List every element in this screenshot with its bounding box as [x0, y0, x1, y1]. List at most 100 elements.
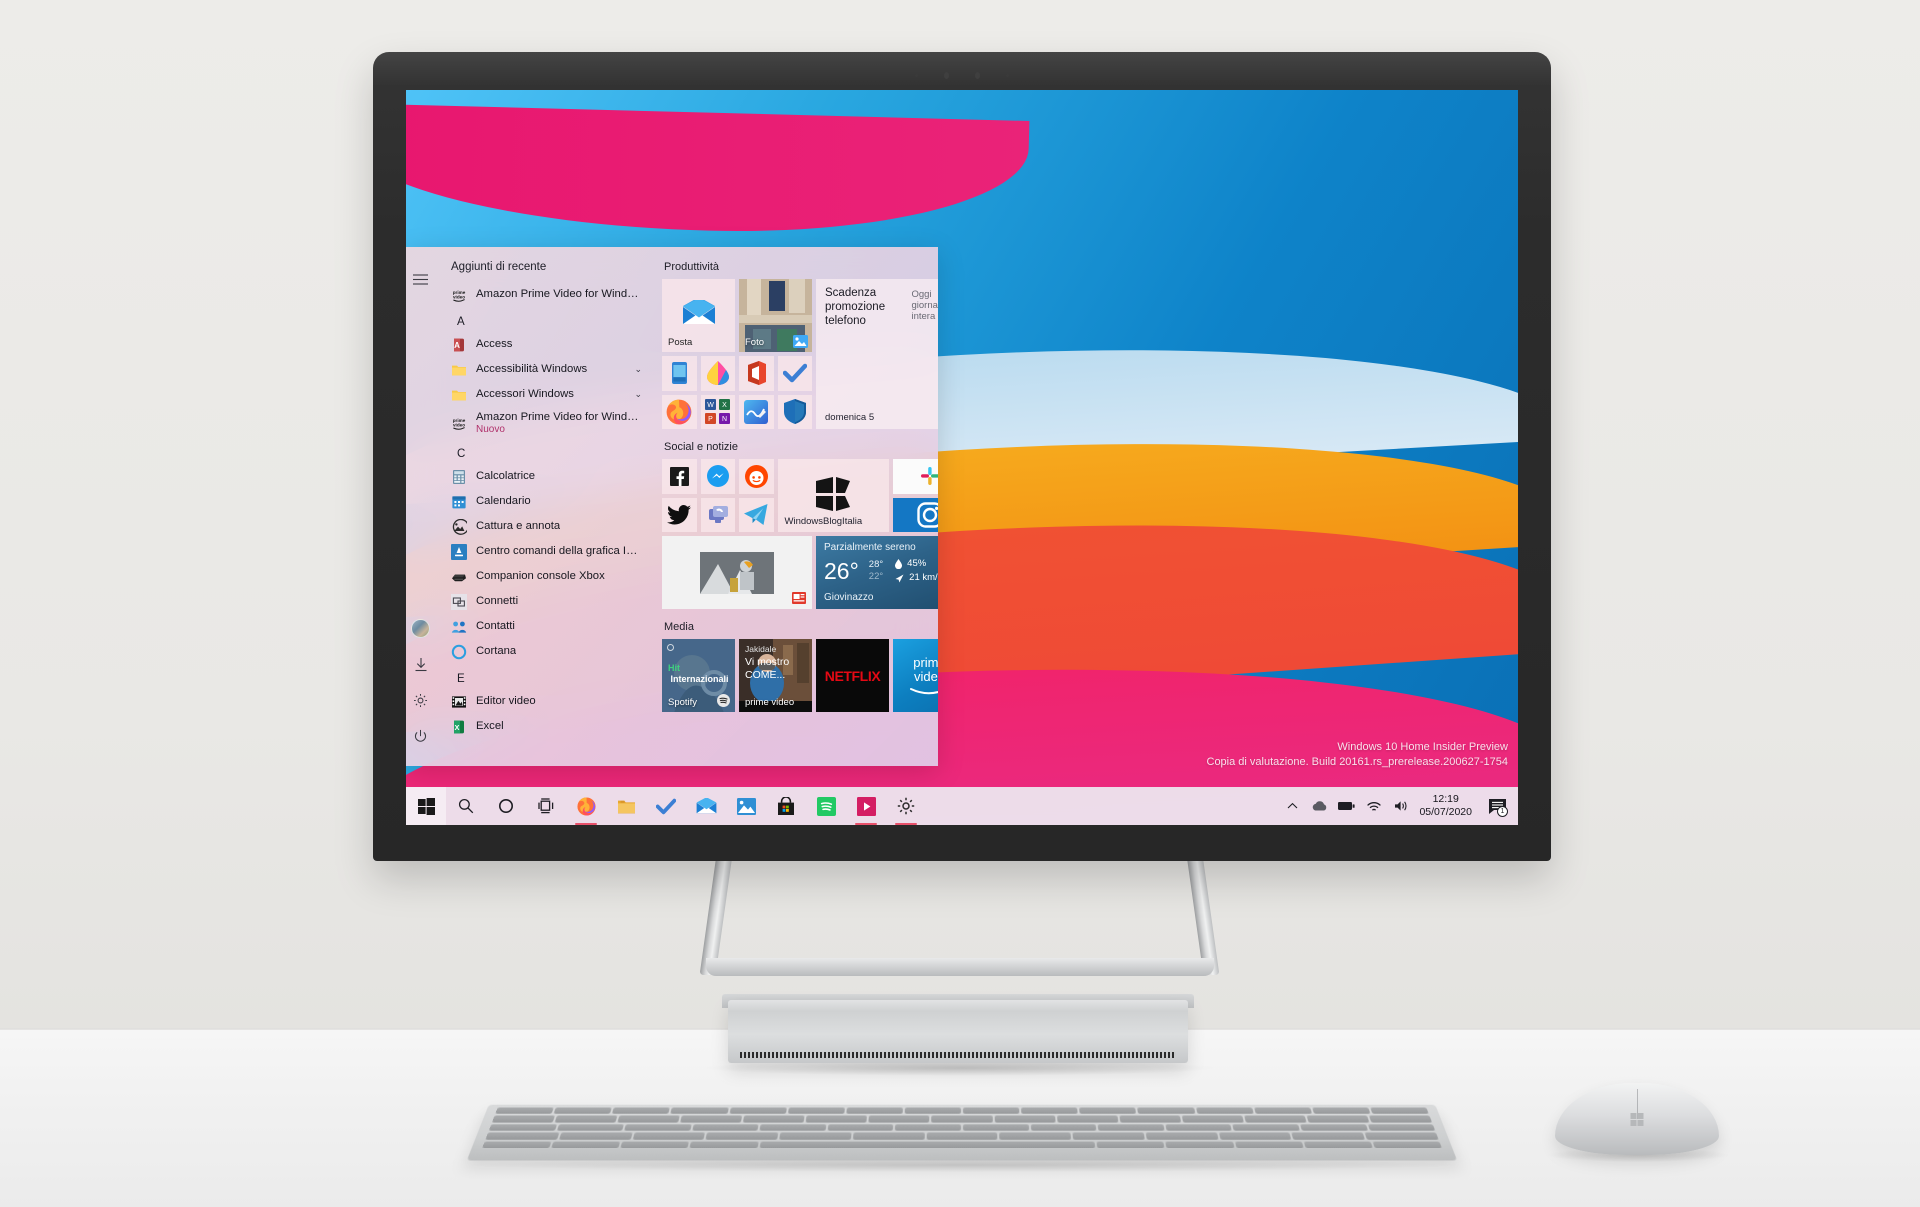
user-avatar[interactable] — [406, 610, 435, 646]
keyboard-key[interactable] — [612, 1108, 670, 1114]
keyboard-key[interactable] — [1254, 1108, 1312, 1114]
keyboard-key[interactable] — [492, 1116, 555, 1123]
keyboard-key[interactable] — [671, 1108, 729, 1114]
tile-prime-video[interactable]: primevideo — [893, 639, 938, 712]
keyboard-key[interactable] — [706, 1133, 778, 1140]
start-menu-tiles-pane[interactable]: Produttività Posta Foto Scadenza promozi… — [650, 247, 938, 766]
tile-telegram[interactable] — [739, 498, 774, 533]
keyboard-key[interactable] — [994, 1116, 1055, 1123]
keyboard-key[interactable] — [1098, 1124, 1164, 1131]
keyboard-key[interactable] — [1073, 1133, 1145, 1140]
tile-mastodon[interactable] — [701, 498, 736, 533]
app-list-item-cattura-e-annota[interactable]: Cattura e annota — [435, 514, 650, 539]
app-list-item-amazon-prime-video-for-windows[interactable]: prime video Amazon Prime Video for Windo… — [435, 407, 650, 439]
tile-reddit[interactable] — [739, 459, 774, 494]
keyboard-key[interactable] — [495, 1108, 554, 1114]
keyboard-key[interactable] — [905, 1108, 962, 1114]
keyboard-key[interactable] — [1312, 1108, 1370, 1114]
keyboard-key[interactable] — [1365, 1133, 1439, 1140]
taskbar[interactable]: 12:19 05/07/2020 1 — [406, 787, 1518, 825]
tile-sicurezza[interactable] — [778, 395, 813, 430]
cloud-icon[interactable] — [1307, 787, 1332, 825]
battery-icon[interactable] — [1334, 787, 1359, 825]
cortana-button[interactable] — [486, 787, 526, 825]
tile-foto[interactable]: Foto — [739, 279, 812, 352]
spotify-button[interactable] — [806, 787, 846, 825]
start-menu[interactable]: Aggiunti di recente prime video Amazon P… — [406, 247, 938, 766]
keyboard-key[interactable] — [680, 1116, 742, 1123]
app-list-item-centro-comandi-della-grafica-intel[interactable]: Centro comandi della grafica Intel® — [435, 539, 650, 564]
tile-calendario[interactable]: Scadenza promozione telefono Oggi giorna… — [816, 279, 938, 429]
keyboard-key[interactable] — [779, 1133, 851, 1140]
store-button[interactable] — [766, 787, 806, 825]
keyboard-key[interactable] — [1000, 1133, 1072, 1140]
keyboard-key[interactable] — [743, 1116, 805, 1123]
tile-posta[interactable]: Posta — [662, 279, 735, 352]
keyboard-key[interactable] — [926, 1133, 997, 1140]
keyboard-key[interactable] — [788, 1108, 845, 1114]
keyboard-key[interactable] — [1244, 1116, 1306, 1123]
chevron-up-icon[interactable] — [1280, 787, 1305, 825]
tile-wbi[interactable]: WindowsBlogItalia — [778, 459, 890, 532]
mail-button[interactable] — [686, 787, 726, 825]
app-list-item-companion-console-xbox[interactable]: Companion console Xbox — [435, 564, 650, 589]
keyboard-key[interactable] — [624, 1124, 691, 1131]
keyboard-key[interactable] — [690, 1141, 758, 1148]
settings-icon[interactable] — [406, 682, 435, 718]
keyboard-key[interactable] — [1233, 1124, 1300, 1131]
app-list-item-accessibilit-windows[interactable]: Accessibilità Windows ⌄ — [435, 357, 650, 382]
keyboard-key[interactable] — [556, 1124, 624, 1131]
tile-instagram[interactable] — [893, 498, 938, 533]
tile-notizie[interactable] — [662, 536, 812, 609]
mytube-button[interactable] — [846, 787, 886, 825]
app-list-item-excel[interactable]: X Excel — [435, 714, 650, 739]
keyboard-key[interactable] — [1292, 1133, 1365, 1140]
keyboard-key[interactable] — [759, 1141, 1095, 1148]
tile-office[interactable] — [739, 356, 774, 391]
keyboard[interactable] — [478, 1101, 1446, 1163]
speaker-icon[interactable] — [1388, 787, 1413, 825]
keyboard-key[interactable] — [555, 1116, 618, 1123]
keyboard-key[interactable] — [1182, 1116, 1244, 1123]
keyboard-key[interactable] — [618, 1116, 680, 1123]
keyboard-key[interactable] — [1079, 1108, 1136, 1114]
keyboard-key[interactable] — [729, 1108, 786, 1114]
app-list-item-editor-video[interactable]: Editor video — [435, 689, 650, 714]
keyboard-key[interactable] — [632, 1133, 705, 1140]
tile-meteo[interactable]: Parzialmente sereno 26° 28° 22° 45% 21 k… — [816, 536, 938, 609]
keyboard-key[interactable] — [489, 1124, 557, 1131]
tile-netflix[interactable]: NETFLIX — [816, 639, 889, 712]
firefox-button[interactable] — [566, 787, 606, 825]
file-explorer-button[interactable] — [606, 787, 646, 825]
app-list-item-cortana[interactable]: Cortana — [435, 639, 650, 664]
keyboard-key[interactable] — [482, 1141, 552, 1148]
keyboard-key[interactable] — [1119, 1116, 1181, 1123]
keyboard-key[interactable] — [1196, 1108, 1254, 1114]
clock[interactable]: 12:19 05/07/2020 — [1415, 793, 1480, 819]
tile-slack[interactable] — [893, 459, 938, 494]
app-list-item-connetti[interactable]: Connetti — [435, 589, 650, 614]
wifi-icon[interactable] — [1361, 787, 1386, 825]
keyboard-key[interactable] — [963, 1124, 1029, 1131]
tile-mytube[interactable]: Jakidale Vi mostro COME... prime video — [739, 639, 812, 712]
photos-button[interactable] — [726, 787, 766, 825]
keyboard-key[interactable] — [1165, 1124, 1232, 1131]
keyboard-key[interactable] — [1367, 1124, 1435, 1131]
start-menu-app-list[interactable]: Aggiunti di recente prime video Amazon P… — [435, 247, 650, 766]
documents-icon[interactable] — [406, 646, 435, 682]
keyboard-key[interactable] — [1219, 1133, 1292, 1140]
hamburger-icon[interactable] — [406, 261, 435, 297]
start-button[interactable] — [406, 787, 446, 825]
keyboard-key[interactable] — [932, 1116, 993, 1123]
keyboard-key[interactable] — [1030, 1124, 1096, 1131]
keyboard-key[interactable] — [806, 1116, 867, 1123]
power-icon[interactable] — [406, 718, 435, 754]
settings-button[interactable] — [886, 787, 926, 825]
chevron-down-icon[interactable]: ⌄ — [634, 389, 642, 400]
keyboard-key[interactable] — [760, 1124, 826, 1131]
tile-facebook[interactable] — [662, 459, 697, 494]
keyboard-key[interactable] — [1137, 1108, 1194, 1114]
keyboard-key[interactable] — [1303, 1141, 1372, 1148]
notification-center-button[interactable]: 1 — [1482, 787, 1512, 825]
keyboard-key[interactable] — [551, 1141, 620, 1148]
